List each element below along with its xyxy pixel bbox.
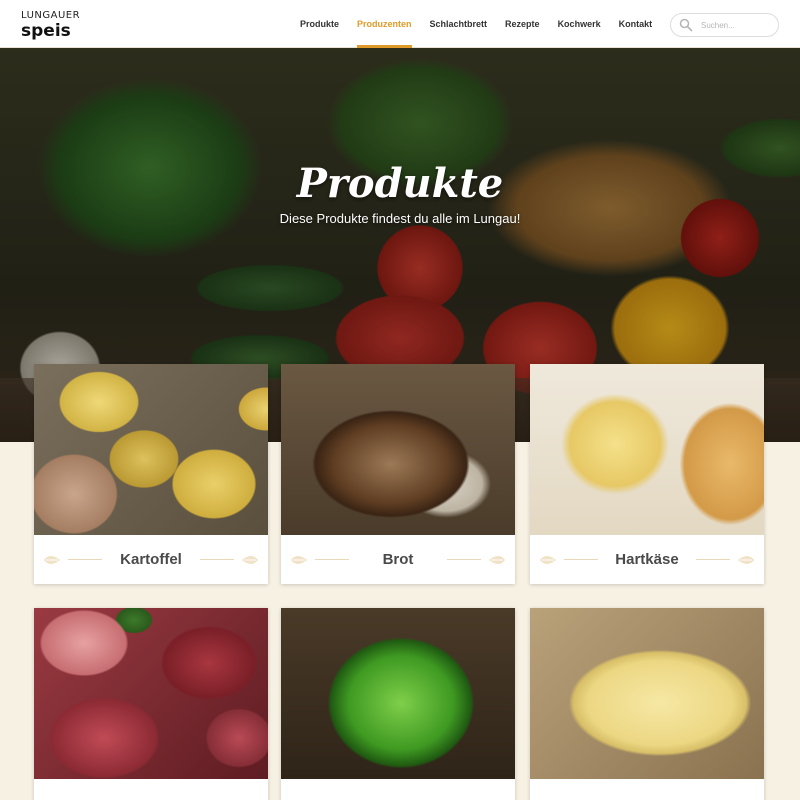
product-card-footer	[281, 779, 515, 800]
ornament-line	[200, 559, 234, 560]
product-image-lettuce	[281, 608, 515, 779]
nav-item-kochwerk[interactable]: Kochwerk	[558, 0, 601, 48]
product-card-kartoffel[interactable]: Kartoffel	[34, 364, 268, 584]
product-image-bread	[281, 364, 515, 535]
nav-item-rezepte[interactable]: Rezepte	[505, 0, 540, 48]
ornament-line	[696, 559, 730, 560]
product-card-meat[interactable]	[34, 608, 268, 800]
product-card-footer	[34, 779, 268, 800]
search-box[interactable]	[670, 13, 779, 37]
product-card-butter[interactable]	[530, 608, 764, 800]
product-card-lettuce[interactable]	[281, 608, 515, 800]
product-image-potatoes	[34, 364, 268, 535]
main-nav: Produkte Produzenten Schlachtbrett Rezep…	[300, 0, 670, 48]
search-icon[interactable]	[679, 18, 693, 32]
site-header: LUNGAUER speis Produkte Produzenten Schl…	[0, 0, 800, 48]
product-card-footer: Hartkäse	[530, 535, 764, 584]
leaf-ornament-right-icon	[489, 556, 505, 564]
product-card-footer: Kartoffel	[34, 535, 268, 584]
page-title: Produkte	[296, 160, 504, 207]
page-subtitle: Diese Produkte findest du alle im Lungau…	[279, 211, 521, 226]
nav-item-schlachtbrett[interactable]: Schlachtbrett	[430, 0, 488, 48]
nav-item-produkte[interactable]: Produkte	[300, 0, 339, 48]
nav-item-kontakt[interactable]: Kontakt	[619, 0, 653, 48]
ornament-line	[447, 559, 481, 560]
product-card-hartkaese[interactable]: Hartkäse	[530, 364, 764, 584]
product-image-butter	[530, 608, 764, 779]
product-image-meat	[34, 608, 268, 779]
product-card-footer	[530, 779, 764, 800]
logo-main-text: speis	[21, 21, 71, 41]
leaf-ornament-right-icon	[738, 556, 754, 564]
product-card-footer: Brot	[281, 535, 515, 584]
site-logo[interactable]: LUNGAUER speis	[21, 11, 80, 40]
search-input[interactable]	[701, 17, 773, 33]
logo-top-text: LUNGAUER	[21, 10, 81, 21]
product-image-hard-cheese	[530, 364, 764, 535]
nav-item-produzenten[interactable]: Produzenten	[357, 0, 412, 48]
product-card-brot[interactable]: Brot	[281, 364, 515, 584]
leaf-ornament-right-icon	[242, 556, 258, 564]
